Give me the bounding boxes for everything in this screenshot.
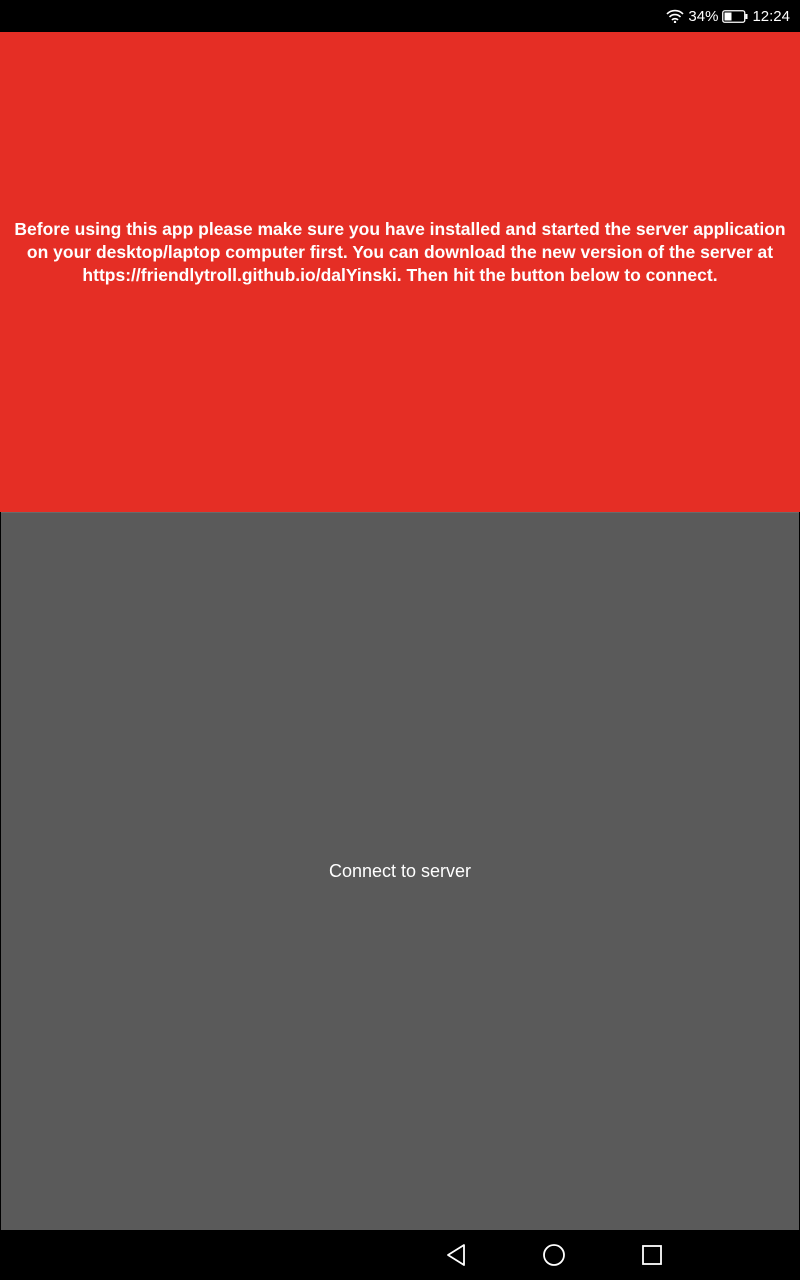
- recents-icon[interactable]: [639, 1242, 665, 1268]
- instructions-text: Before using this app please make sure y…: [14, 218, 786, 285]
- instructions-banner: Before using this app please make sure y…: [0, 32, 800, 512]
- home-icon[interactable]: [541, 1242, 567, 1268]
- status-time: 12:24: [752, 7, 790, 25]
- status-icons: 34% 12:24: [666, 0, 790, 32]
- battery-icon: [722, 9, 748, 23]
- navigation-bar: [0, 1230, 800, 1280]
- app-screen: 34% 12:24 Before using this app please m…: [0, 0, 800, 1280]
- connect-button-label: Connect to server: [328, 861, 472, 881]
- battery-percent: 34%: [688, 7, 719, 25]
- wifi-icon: [666, 9, 685, 23]
- back-icon[interactable]: [443, 1242, 469, 1268]
- connect-button[interactable]: Connect to server: [1, 512, 799, 1230]
- status-bar: 34% 12:24: [0, 0, 800, 32]
